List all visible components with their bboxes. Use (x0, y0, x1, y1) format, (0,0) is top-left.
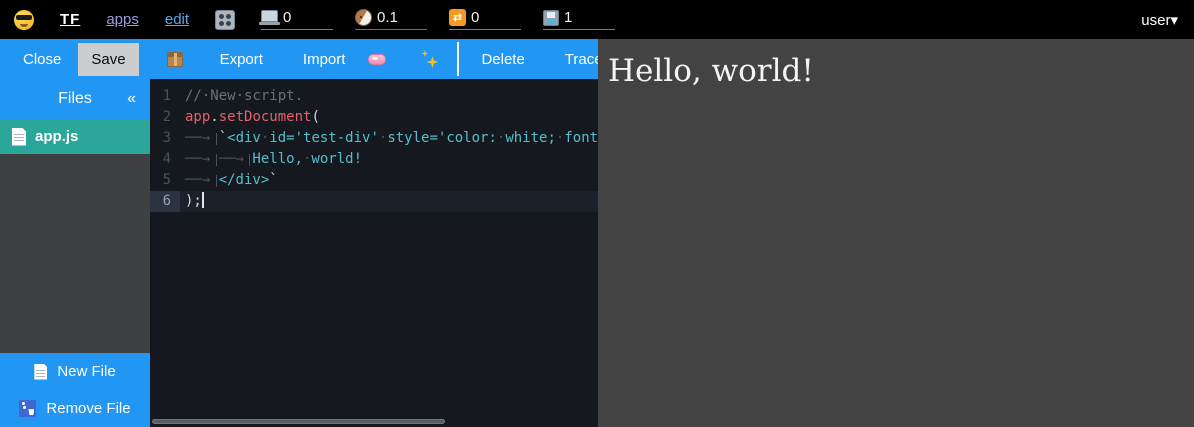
close-button[interactable]: Close (10, 43, 74, 76)
code-token: Hello, (252, 151, 303, 167)
package-button[interactable] (157, 44, 193, 75)
code-token: . (210, 109, 218, 125)
user-menu[interactable]: user▾ (1141, 11, 1178, 29)
top-bar: TF apps edit 0 0.1 0 1 user▾ (0, 0, 1194, 39)
put-litter-icon (19, 400, 36, 417)
main-area: Close Save Export Import Delete Trace (0, 39, 1194, 427)
editor-column: Close Save Export Import Delete Trace (0, 39, 598, 427)
new-file-button[interactable]: New File (0, 353, 150, 390)
tab-marker (185, 170, 219, 191)
repeat-icon (449, 9, 466, 26)
file-list: app.js (0, 119, 150, 154)
code-editor[interactable]: 1//·New·script.2app.setDocument(3`<div·i… (150, 79, 598, 427)
soap-button[interactable] (358, 46, 396, 73)
code-line-1[interactable]: 1 //·New·script. (150, 86, 598, 107)
collapse-sidebar-button[interactable]: « (127, 90, 136, 108)
line-number: 3 (150, 128, 180, 149)
code-token: id='test-div' (269, 130, 379, 146)
code-line-5[interactable]: 5</div>` (150, 170, 598, 191)
control-knobs-icon[interactable] (215, 10, 235, 30)
delete-button[interactable]: Delete (468, 43, 537, 76)
preview-text: Hello, world! (608, 53, 1184, 89)
blank-button[interactable] (457, 42, 459, 76)
code-line-3[interactable]: 3`<div·id='test-div'·style='color:·white… (150, 128, 598, 149)
floppy-value[interactable]: 1 (564, 9, 572, 26)
export-button[interactable]: Export (207, 43, 276, 76)
code-token: ( (311, 109, 319, 125)
app-window: TF apps edit 0 0.1 0 1 user▾ Close Save Exp… (0, 0, 1194, 427)
code-token: ` (219, 130, 227, 146)
workspace: Files « app.js New File Remove File 1 //·N… (0, 79, 598, 427)
package-icon (167, 52, 183, 67)
code-token: style='color: (387, 130, 497, 146)
action-label: Remove File (46, 400, 130, 417)
code-token: font (564, 130, 598, 146)
file-icon (12, 128, 26, 146)
line-number: 5 (150, 170, 180, 191)
document-icon (34, 364, 47, 380)
code-token: ); (185, 193, 202, 209)
sidebar-empty-area (0, 154, 150, 353)
files-sidebar: Files « app.js New File Remove File (0, 79, 150, 427)
action-label: New File (57, 363, 115, 380)
line-number: 6 (150, 191, 180, 212)
topbar-stats: 0 0.1 0 1 (261, 9, 615, 30)
code-token: world! (311, 151, 362, 167)
file-item-app.js[interactable]: app.js (0, 119, 150, 154)
preview-pane: Hello, world! (598, 39, 1194, 427)
remove-file-button[interactable]: Remove File (0, 390, 150, 427)
line-content: app.setDocument( (180, 107, 598, 128)
files-title: Files (58, 90, 92, 108)
code-token: ` (269, 172, 277, 188)
line-content: //·New·script. (180, 86, 598, 107)
sparkles-button[interactable] (410, 42, 448, 76)
line-content: `<div·id='test-div'·style='color:·white;… (180, 128, 598, 149)
code-token: </div> (219, 172, 270, 188)
laptop-value[interactable]: 0 (283, 9, 291, 26)
import-button[interactable]: Import (290, 43, 359, 76)
text-cursor (202, 192, 204, 208)
apps-link[interactable]: apps (106, 11, 139, 28)
repeat-value[interactable]: 0 (471, 9, 479, 26)
hamster-value[interactable]: 0.1 (377, 9, 398, 26)
file-name: app.js (35, 128, 78, 145)
code-line-2[interactable]: 2app.setDocument( (150, 107, 598, 128)
top-bar-left: TF apps edit 0 0.1 0 1 (14, 9, 615, 30)
line-number: 1 (150, 86, 180, 107)
hamster-field[interactable]: 0.1 (355, 9, 427, 30)
code-token: app (185, 109, 210, 125)
save-button[interactable]: Save (78, 43, 138, 76)
code-line-6[interactable]: 6); (150, 191, 598, 212)
code-token: white; (505, 130, 556, 146)
scrollbar-thumb[interactable] (152, 419, 445, 424)
files-header: Files « (0, 79, 150, 119)
repeat-field[interactable]: 0 (449, 9, 521, 30)
code-token: setDocument (219, 109, 312, 125)
hamster-icon (355, 9, 372, 26)
code-area: 1//·New·script.2app.setDocument(3`<div·i… (150, 79, 598, 212)
floppy-icon (543, 10, 559, 26)
code-line-4[interactable]: 4Hello,·world! (150, 149, 598, 170)
floppy-field[interactable]: 1 (543, 9, 615, 30)
line-number: 2 (150, 107, 180, 128)
soap-icon (368, 54, 386, 65)
code-token: <div (227, 130, 261, 146)
code-token: //·New·script. (185, 88, 303, 104)
laptop-field[interactable]: 0 (261, 9, 333, 30)
line-number: 4 (150, 149, 180, 170)
tab-marker (219, 149, 253, 170)
tab-marker (185, 128, 219, 149)
line-content: Hello,·world! (180, 149, 598, 170)
sparkles-icon (420, 50, 438, 68)
sidebar-actions: New File Remove File (0, 353, 150, 427)
tf-link[interactable]: TF (60, 11, 80, 28)
horizontal-scrollbar (152, 419, 596, 425)
smiley-sunglasses-icon[interactable] (14, 10, 34, 30)
toolbar: Close Save Export Import Delete Trace (0, 39, 598, 79)
laptop-icon (261, 10, 278, 22)
tab-marker (185, 149, 219, 170)
line-content: </div>` (180, 170, 598, 191)
edit-link[interactable]: edit (165, 11, 189, 28)
line-content: ); (180, 191, 598, 212)
